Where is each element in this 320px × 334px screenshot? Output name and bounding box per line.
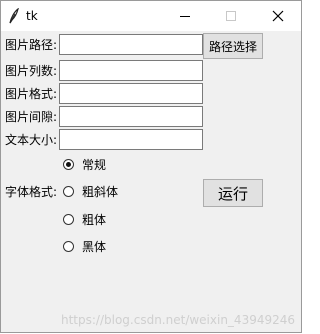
radio-icon[interactable] bbox=[63, 240, 74, 252]
text-size-input[interactable] bbox=[59, 129, 203, 150]
watermark-text: https://blog.csdn.net/weixin_43949246 bbox=[61, 313, 296, 327]
window-title: tk bbox=[26, 9, 38, 23]
minimize-button[interactable] bbox=[162, 1, 208, 31]
radio-icon[interactable] bbox=[63, 213, 74, 225]
minimize-icon bbox=[180, 16, 190, 17]
radio-bold[interactable]: 粗体 bbox=[63, 211, 106, 227]
radio-label: 粗体 bbox=[82, 212, 107, 227]
format-input[interactable] bbox=[59, 83, 203, 104]
tk-window: tk 图片路径: 路径选择 图片列数: 图片格式: 图片间隙: 文本大小: 字体… bbox=[0, 0, 302, 333]
columns-input[interactable] bbox=[59, 60, 203, 81]
image-path-label: 图片路径: bbox=[5, 38, 58, 52]
radio-label: 黑体 bbox=[82, 239, 107, 254]
image-path-input[interactable] bbox=[59, 34, 203, 55]
gap-input[interactable] bbox=[59, 106, 203, 127]
radio-icon[interactable] bbox=[63, 158, 74, 170]
radio-icon[interactable] bbox=[63, 185, 74, 197]
radio-regular[interactable]: 常规 bbox=[63, 156, 106, 172]
radio-heiti[interactable]: 黑体 bbox=[63, 238, 106, 254]
feather-icon bbox=[6, 7, 20, 24]
gap-label: 图片间隙: bbox=[5, 110, 58, 124]
columns-label: 图片列数: bbox=[5, 64, 58, 78]
radio-label: 粗斜体 bbox=[82, 184, 119, 199]
title-bar[interactable]: tk bbox=[1, 1, 301, 31]
path-select-button[interactable]: 路径选择 bbox=[203, 33, 263, 59]
maximize-button[interactable] bbox=[208, 1, 254, 31]
font-style-label: 字体格式: bbox=[5, 185, 58, 199]
maximize-icon bbox=[226, 11, 236, 21]
format-label: 图片格式: bbox=[5, 87, 58, 101]
run-button[interactable]: 运行 bbox=[203, 179, 263, 207]
radio-bold-italic[interactable]: 粗斜体 bbox=[63, 183, 118, 199]
close-button[interactable] bbox=[254, 1, 300, 31]
close-icon bbox=[272, 10, 284, 22]
text-size-label: 文本大小: bbox=[5, 133, 58, 147]
radio-label: 常规 bbox=[82, 157, 107, 172]
